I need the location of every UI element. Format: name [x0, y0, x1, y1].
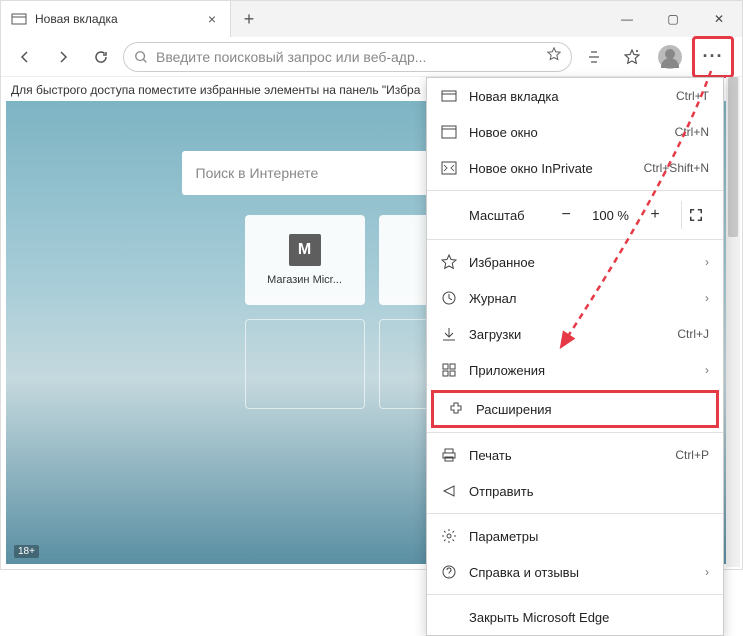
- titlebar: Новая вкладка × + — ▢ ✕: [1, 1, 742, 37]
- tab-close-button[interactable]: ×: [204, 9, 220, 29]
- chevron-right-icon: ›: [705, 255, 709, 269]
- chevron-right-icon: ›: [705, 565, 709, 579]
- extension-icon: [448, 401, 464, 417]
- window-icon: [441, 88, 457, 104]
- search-icon: [134, 50, 148, 64]
- menu-label: Загрузки: [469, 327, 665, 342]
- menu-shortcut: Ctrl+Shift+N: [644, 161, 709, 175]
- menu-shortcut: Ctrl+T: [676, 89, 709, 103]
- menu-separator: [427, 190, 723, 191]
- inprivate-icon: [441, 160, 457, 176]
- menu-label: Отправить: [469, 484, 709, 499]
- menu-separator: [427, 513, 723, 514]
- blank-icon: [441, 609, 457, 625]
- tile-label: Магазин Micr...: [267, 274, 342, 286]
- vertical-scrollbar[interactable]: [726, 77, 740, 567]
- zoom-in-button[interactable]: +: [641, 201, 669, 229]
- toolbar: Введите поисковый запрос или веб-адр... …: [1, 37, 742, 77]
- page-search-placeholder: Поиск в Интернете: [196, 165, 319, 181]
- collections-button[interactable]: [616, 41, 648, 73]
- share-icon: [441, 483, 457, 499]
- tile-letter-icon: М: [289, 234, 321, 266]
- zoom-label: Масштаб: [441, 208, 544, 223]
- help-icon: [441, 564, 457, 580]
- tab-title: Новая вкладка: [35, 12, 118, 26]
- annotation-highlight-extensions: Расширения: [431, 390, 719, 428]
- menu-favorites[interactable]: Избранное ›: [427, 244, 723, 280]
- menu-label: Расширения: [476, 402, 702, 417]
- menu-shortcut: Ctrl+N: [675, 125, 709, 139]
- menu-extensions[interactable]: Расширения: [434, 393, 716, 425]
- menu-settings[interactable]: Параметры: [427, 518, 723, 554]
- gear-icon: [441, 528, 457, 544]
- window-controls: — ▢ ✕: [604, 1, 742, 37]
- fullscreen-button[interactable]: [681, 201, 709, 229]
- chevron-right-icon: ›: [705, 291, 709, 305]
- maximize-button[interactable]: ▢: [650, 1, 696, 37]
- tile-empty[interactable]: [245, 319, 365, 409]
- apps-icon: [441, 362, 457, 378]
- menu-new-window[interactable]: Новое окно Ctrl+N: [427, 114, 723, 150]
- browser-tab[interactable]: Новая вкладка ×: [1, 1, 231, 37]
- scrollbar-thumb[interactable]: [728, 77, 738, 237]
- history-icon: [441, 290, 457, 306]
- download-icon: [441, 326, 457, 342]
- menu-label: Приложения: [469, 363, 693, 378]
- menu-print[interactable]: Печать Ctrl+P: [427, 437, 723, 473]
- print-icon: [441, 447, 457, 463]
- menu-new-inprivate[interactable]: Новое окно InPrivate Ctrl+Shift+N: [427, 150, 723, 186]
- menu-separator: [427, 239, 723, 240]
- address-placeholder: Введите поисковый запрос или веб-адр...: [156, 49, 539, 65]
- favorite-star-icon[interactable]: [547, 47, 561, 66]
- menu-share[interactable]: Отправить: [427, 473, 723, 509]
- forward-button[interactable]: [47, 41, 79, 73]
- read-aloud-button[interactable]: [578, 41, 610, 73]
- menu-label: Закрыть Microsoft Edge: [469, 610, 709, 625]
- menu-close-edge[interactable]: Закрыть Microsoft Edge: [427, 599, 723, 635]
- profile-button[interactable]: [654, 41, 686, 73]
- tile-microsoft-store[interactable]: М Магазин Micr...: [245, 215, 365, 305]
- menu-new-tab[interactable]: Новая вкладка Ctrl+T: [427, 78, 723, 114]
- chevron-right-icon: ›: [705, 363, 709, 377]
- new-tab-button[interactable]: +: [231, 1, 267, 37]
- menu-separator: [427, 432, 723, 433]
- menu-apps[interactable]: Приложения ›: [427, 352, 723, 388]
- menu-label: Печать: [469, 448, 663, 463]
- menu-label: Новое окно InPrivate: [469, 161, 632, 176]
- menu-shortcut: Ctrl+J: [677, 327, 709, 341]
- zoom-value: 100 %: [588, 208, 633, 223]
- refresh-button[interactable]: [85, 41, 117, 73]
- age-badge: 18+: [14, 545, 39, 558]
- menu-zoom-row: Масштаб − 100 % +: [427, 195, 723, 235]
- avatar-icon: [658, 45, 682, 69]
- address-bar[interactable]: Введите поисковый запрос или веб-адр...: [123, 42, 572, 72]
- menu-label: Новая вкладка: [469, 89, 664, 104]
- zoom-out-button[interactable]: −: [552, 201, 580, 229]
- menu-label: Параметры: [469, 529, 709, 544]
- menu-help[interactable]: Справка и отзывы ›: [427, 554, 723, 590]
- star-icon: [441, 254, 457, 270]
- menu-label: Журнал: [469, 291, 693, 306]
- menu-history[interactable]: Журнал ›: [427, 280, 723, 316]
- menu-label: Избранное: [469, 255, 693, 270]
- menu-label: Новое окно: [469, 125, 663, 140]
- main-menu-dropdown: Новая вкладка Ctrl+T Новое окно Ctrl+N Н…: [426, 77, 724, 636]
- menu-separator: [427, 594, 723, 595]
- annotation-highlight-more: ···: [692, 36, 734, 78]
- menu-label: Справка и отзывы: [469, 565, 693, 580]
- more-menu-button[interactable]: ···: [697, 41, 729, 73]
- tab-favicon: [11, 11, 27, 27]
- menu-shortcut: Ctrl+P: [675, 448, 709, 462]
- minimize-button[interactable]: —: [604, 1, 650, 37]
- window-icon: [441, 124, 457, 140]
- menu-downloads[interactable]: Загрузки Ctrl+J: [427, 316, 723, 352]
- close-window-button[interactable]: ✕: [696, 1, 742, 37]
- back-button[interactable]: [9, 41, 41, 73]
